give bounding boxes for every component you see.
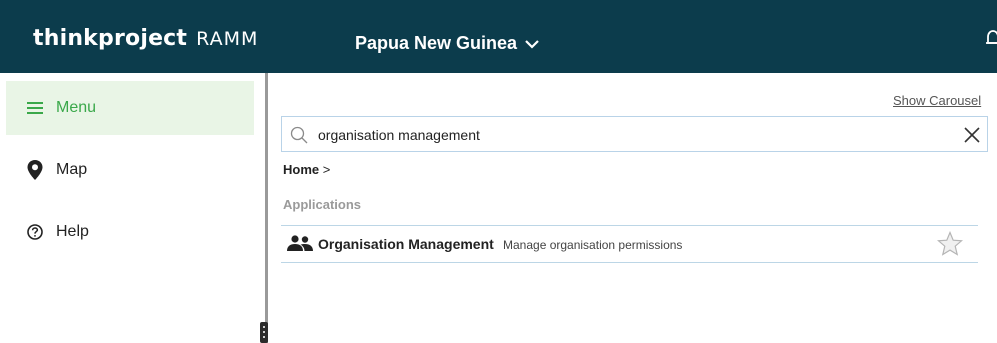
search-box [281, 116, 988, 152]
help-circle-icon [26, 223, 44, 241]
star-icon[interactable] [937, 231, 963, 257]
sidebar-item-label: Menu [56, 99, 97, 116]
brand-product: RAMM [196, 28, 259, 50]
section-title: Applications [283, 197, 362, 212]
sidebar: Menu Map Help [0, 73, 266, 343]
divider [281, 262, 978, 263]
app-description: Manage organisation permissions [503, 238, 683, 252]
close-icon[interactable] [964, 127, 980, 143]
app-name: Organisation Management [318, 236, 494, 252]
sidebar-item-label: Help [56, 223, 89, 240]
sidebar-item-label: Map [56, 161, 88, 178]
search-icon [290, 126, 308, 144]
hamburger-icon [26, 99, 44, 117]
map-pin-icon [26, 160, 44, 180]
resize-handle[interactable] [260, 322, 268, 343]
brand-name: thinkproject [33, 26, 188, 51]
top-bar: thinkproject RAMM Papua New Guinea [0, 0, 997, 73]
bell-icon[interactable] [986, 28, 997, 48]
chevron-down-icon [525, 39, 539, 49]
region-label: Papua New Guinea [355, 33, 518, 53]
sidebar-divider[interactable] [265, 73, 268, 343]
breadcrumb: Home > [283, 162, 330, 177]
breadcrumb-separator: > [322, 162, 331, 177]
brand-logo[interactable]: thinkproject RAMM [33, 26, 258, 52]
search-input[interactable] [318, 124, 938, 146]
list-item[interactable]: Organisation Management Manage organisat… [281, 226, 978, 262]
people-icon [287, 235, 313, 251]
region-selector[interactable]: Papua New Guinea [355, 33, 539, 54]
sidebar-item-menu[interactable]: Menu [6, 81, 254, 135]
breadcrumb-home[interactable]: Home [283, 162, 319, 177]
sidebar-item-map[interactable]: Map [6, 143, 254, 197]
show-carousel-link[interactable]: Show Carousel [893, 93, 981, 108]
sidebar-item-help[interactable]: Help [6, 205, 254, 259]
